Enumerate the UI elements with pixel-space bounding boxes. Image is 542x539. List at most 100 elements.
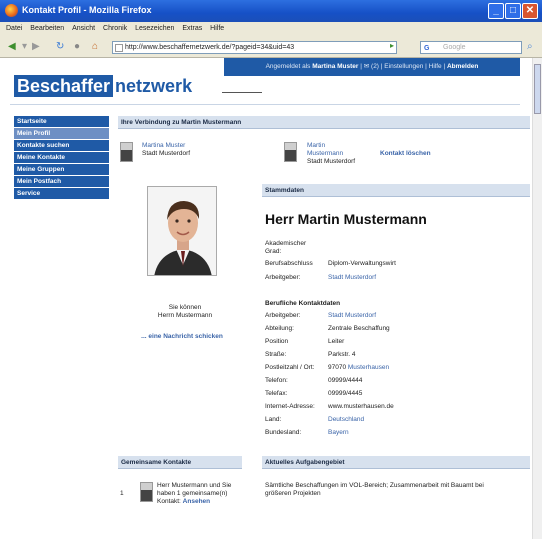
view-common-link[interactable]: Ansehen xyxy=(183,498,210,505)
kontakt-row: Bundesland: Bayern xyxy=(265,429,349,437)
nav-startseite[interactable]: Startseite xyxy=(14,116,109,127)
back-icon[interactable]: ◀ xyxy=(8,42,16,52)
send-message-link[interactable]: ... eine Nachricht schicken xyxy=(120,333,244,341)
user-name: Martina Muster xyxy=(312,63,359,70)
connection-header: Ihre Verbindung zu Martin Mustermann xyxy=(118,116,530,129)
nav-mein-postfach[interactable]: Mein Postfach xyxy=(14,176,109,187)
from-name-link[interactable]: Martina Muster xyxy=(142,142,190,150)
common-line1: Herr Mustermann und Sie xyxy=(157,482,232,489)
nav-kontakte-suchen[interactable]: Kontakte suchen xyxy=(14,140,109,151)
kontakt-label: Arbeitgeber: xyxy=(265,312,301,319)
kontakt-value: Zentrale Beschaffung xyxy=(328,325,390,332)
kontakt-row: Straße: Parkstr. 4 xyxy=(265,351,355,359)
kontakt-label: Bundesland: xyxy=(265,429,302,436)
settings-link[interactable]: Einstellungen xyxy=(384,63,423,70)
menu-ansicht[interactable]: Ansicht xyxy=(72,25,95,32)
kontakt-value: 09999/4445 xyxy=(328,390,363,397)
menu-lesezeichen[interactable]: Lesezeichen xyxy=(135,25,174,32)
message-line1: Sie können xyxy=(168,304,202,311)
vertical-scrollbar[interactable] xyxy=(532,58,542,539)
connection-line xyxy=(222,92,262,93)
search-placeholder: Google xyxy=(443,44,466,51)
akademischer-grad-row: Akademischer Grad: xyxy=(265,240,306,256)
to-name-link[interactable]: Martin xyxy=(307,142,355,150)
close-button[interactable]: ✕ xyxy=(522,3,538,19)
common-contact-avatar xyxy=(140,482,153,502)
window-title: Kontakt Profil - Mozilla Firefox xyxy=(22,5,152,15)
nav-mein-profil[interactable]: Mein Profil xyxy=(14,128,109,139)
page-icon xyxy=(115,44,123,52)
firefox-icon xyxy=(5,4,18,17)
kontakt-row: Telefon: 09999/4444 xyxy=(265,377,362,385)
user-avatar xyxy=(120,142,133,162)
menu-chronik[interactable]: Chronik xyxy=(103,25,127,32)
kontakt-row: Internet-Adresse: www.musterhausen.de xyxy=(265,403,394,411)
site-logo[interactable]: Beschaffer netzwerk xyxy=(14,75,192,97)
kontakt-value: 97070 xyxy=(328,364,347,371)
logout-link[interactable]: Abmelden xyxy=(447,63,478,70)
stammdaten-header: Stammdaten xyxy=(262,184,530,197)
go-icon[interactable]: ▸ xyxy=(390,41,394,50)
menu-datei[interactable]: Datei xyxy=(6,25,22,32)
to-name-link-2[interactable]: Mustermann xyxy=(307,150,355,158)
home-icon[interactable]: ⌂ xyxy=(92,42,98,52)
kontakt-value-link[interactable]: Stadt Musterdorf xyxy=(328,312,376,319)
menu-bar: Datei Bearbeiten Ansicht Chronik Lesezei… xyxy=(0,22,542,36)
window-titlebar: Kontakt Profil - Mozilla Firefox _ □ ✕ xyxy=(0,0,542,22)
aufgaben-line2: größeren Projekten xyxy=(265,490,321,497)
help-link[interactable]: Hilfe xyxy=(429,63,442,70)
user-bar: Angemeldet als Martina Muster | ✉ (2) | … xyxy=(224,58,520,76)
common-contact-text: Herr Mustermann und Sie haben 1 gemeinsa… xyxy=(157,482,231,506)
from-city: Stadt Musterdorf xyxy=(142,150,191,157)
messages-link[interactable]: (2) xyxy=(371,63,379,70)
contact-avatar xyxy=(284,142,297,162)
common-line2: haben 1 gemeinsame(n) xyxy=(157,490,228,497)
search-icon[interactable]: ⌕ xyxy=(527,42,533,52)
profile-name: Herr Martin Mustermann xyxy=(265,211,427,227)
message-line2: Herrn Mustermann xyxy=(157,312,213,319)
menu-extras[interactable]: Extras xyxy=(182,25,202,32)
url-input[interactable]: http://www.beschaffernetzwerk.de/?pageid… xyxy=(112,41,397,54)
kontakt-value: Parkstr. 4 xyxy=(328,351,356,358)
aufgabengebiet-text: Sämtliche Beschaffungen im VOL-Bereich; … xyxy=(265,482,484,498)
arbeitgeber-link[interactable]: Stadt Musterdorf xyxy=(328,274,376,281)
reload-icon[interactable]: ↻ xyxy=(56,42,64,52)
message-prompt: Sie können Herrn Mustermann xyxy=(120,304,250,320)
kontakt-label: Telefax: xyxy=(265,390,288,397)
kontaktdaten-header: Berufliche Kontaktdaten xyxy=(265,300,341,307)
kontakt-value: www.musterhausen.de xyxy=(328,403,394,410)
delete-contact-link[interactable]: Kontakt löschen xyxy=(380,150,431,158)
connection-from: Martina Muster Stadt Musterdorf xyxy=(142,142,190,158)
logged-in-label: Angemeldet als xyxy=(265,63,311,70)
kontakt-label: Internet-Adresse: xyxy=(265,403,315,410)
profile-photo xyxy=(147,186,217,276)
akademischer-label-1: Akademischer xyxy=(265,240,307,247)
nav-meine-kontakte[interactable]: Meine Kontakte xyxy=(14,152,109,163)
berufsabschluss-label: Berufsabschluss xyxy=(265,260,313,267)
maximize-button[interactable]: □ xyxy=(505,3,521,19)
google-icon: G xyxy=(424,45,430,52)
kontakt-row: Telefax: 09999/4445 xyxy=(265,390,362,398)
kontakt-label: Postleitzahl / Ort: xyxy=(265,364,315,371)
ort-link[interactable]: Musterhausen xyxy=(348,364,389,371)
kontakt-value-link[interactable]: Bayern xyxy=(328,429,349,436)
nav-service[interactable]: Service xyxy=(14,188,109,199)
kontakt-label: Position xyxy=(265,338,289,345)
kontakt-label: Abteilung: xyxy=(265,325,294,332)
nav-meine-gruppen[interactable]: Meine Gruppen xyxy=(14,164,109,175)
common-contact-index: 1 xyxy=(120,490,124,497)
minimize-button[interactable]: _ xyxy=(488,3,504,19)
aufgaben-line1: Sämtliche Beschaffungen im VOL-Bereich; … xyxy=(265,482,484,489)
kontakt-value: Leiter xyxy=(328,338,345,345)
common-line3-prefix: Kontakt: xyxy=(157,498,181,505)
stop-icon[interactable]: ● xyxy=(74,42,80,52)
dropdown-icon[interactable]: ▾ xyxy=(22,42,27,52)
logo-part1: Beschaffer xyxy=(14,75,114,97)
menu-hilfe[interactable]: Hilfe xyxy=(210,25,224,32)
search-input[interactable]: G Google xyxy=(420,41,522,54)
kontakt-value-link[interactable]: Deutschland xyxy=(328,416,364,423)
mail-icon[interactable]: ✉ xyxy=(364,63,369,70)
forward-icon[interactable]: ▶ xyxy=(32,42,40,52)
menu-bearbeiten[interactable]: Bearbeiten xyxy=(30,25,64,32)
header-divider xyxy=(10,104,520,105)
